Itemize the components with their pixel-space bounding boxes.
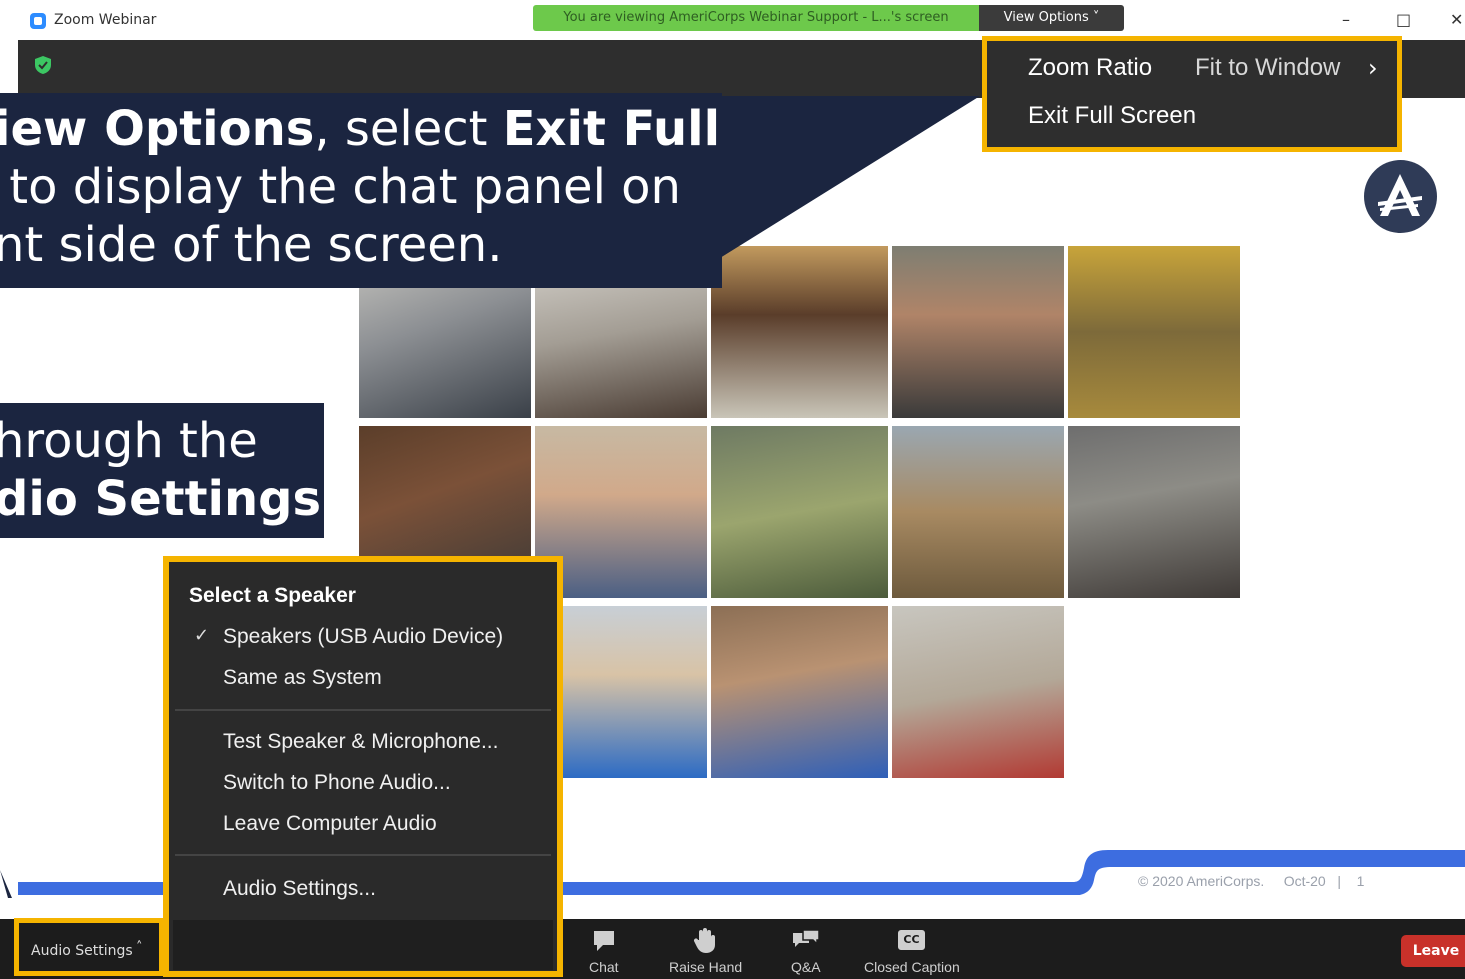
menu-item-exit-full-screen[interactable]: Exit Full Screen (1028, 102, 1196, 130)
callout1-bold-view-options: iew Options (0, 101, 315, 157)
closed-caption-button-label[interactable]: Closed Caption (864, 959, 960, 975)
maximize-button[interactable]: □ (1396, 10, 1411, 29)
photo-member-yellow-helmet (1068, 246, 1240, 418)
photo-group-farming (711, 426, 888, 598)
callout2-line2-end: ). (321, 471, 356, 527)
callout1-line3: nt side of the screen. (0, 217, 503, 273)
callout1-text: iew Options, select Exit Full to display… (0, 100, 734, 274)
menu-item-leave-computer-audio[interactable]: Leave Computer Audio (223, 812, 437, 836)
photo-member-backpack (892, 246, 1064, 418)
callout2-bold-audio-settings: dio Settings (0, 471, 322, 527)
menu-divider (175, 709, 551, 711)
chevron-right-icon: › (1368, 54, 1378, 82)
audio-options-menu (163, 556, 563, 977)
qa-icon[interactable] (791, 928, 821, 954)
photo-member-hardhat (711, 246, 888, 418)
photo-classroom-red (892, 606, 1064, 778)
audio-settings-label: Audio Settings (31, 943, 133, 959)
window-title: Zoom Webinar (54, 12, 157, 28)
photo-member-trail (892, 426, 1064, 598)
audio-menu-footer (173, 920, 553, 970)
menu-item-switch-to-phone-audio[interactable]: Switch to Phone Audio... (223, 771, 451, 795)
callout1-bold-exit-full: Exit Full (502, 101, 721, 157)
callout-pointer (720, 96, 980, 258)
menu-item-audio-settings[interactable]: Audio Settings... (223, 877, 376, 901)
photo-classroom-kids (1068, 426, 1240, 598)
chat-icon[interactable] (591, 928, 617, 954)
raise-hand-icon[interactable] (693, 928, 717, 954)
callout1-line2: to display the chat panel on (0, 159, 681, 215)
cursor-arrow-icon (0, 870, 12, 898)
callout2-line1: hrough the (0, 413, 258, 469)
leave-button[interactable]: Leave (1401, 935, 1465, 967)
chat-button-label[interactable]: Chat (589, 959, 619, 975)
closed-caption-icon[interactable]: CC (898, 930, 925, 950)
callout1-select-text: , select (314, 101, 503, 157)
close-button[interactable]: ✕ (1450, 10, 1463, 29)
zoom-ratio-value[interactable]: Fit to Window (1195, 54, 1340, 82)
zoom-app-icon (30, 13, 46, 29)
menu-item-same-as-system[interactable]: Same as System (223, 666, 382, 690)
caret-up-icon[interactable]: ˄ (136, 940, 143, 955)
screen-sharing-banner: You are viewing AmeriCorps Webinar Suppo… (533, 5, 979, 31)
americorps-logo-icon (1364, 160, 1437, 233)
menu-item-test-speaker-microphone[interactable]: Test Speaker & Microphone... (223, 730, 498, 754)
view-options-button[interactable]: View Options ˅ (979, 5, 1124, 31)
slide-footer-text: © 2020 AmeriCorps. Oct-20 | 1 (1138, 873, 1365, 889)
photo-senior-reading (711, 606, 888, 778)
menu-divider (175, 854, 551, 856)
qa-button-label[interactable]: Q&A (791, 959, 821, 975)
encryption-shield-icon[interactable] (35, 56, 51, 74)
checkmark-icon: ✓ (194, 625, 210, 646)
callout2-text: hrough the dio Settings). (0, 412, 355, 528)
raise-hand-button-label[interactable]: Raise Hand (669, 959, 742, 975)
minimize-button[interactable]: – (1342, 10, 1350, 29)
select-speaker-heading: Select a Speaker (189, 584, 356, 607)
menu-item-speakers-usb[interactable]: Speakers (USB Audio Device) (223, 625, 503, 649)
menu-item-zoom-ratio[interactable]: Zoom Ratio (1028, 54, 1152, 82)
